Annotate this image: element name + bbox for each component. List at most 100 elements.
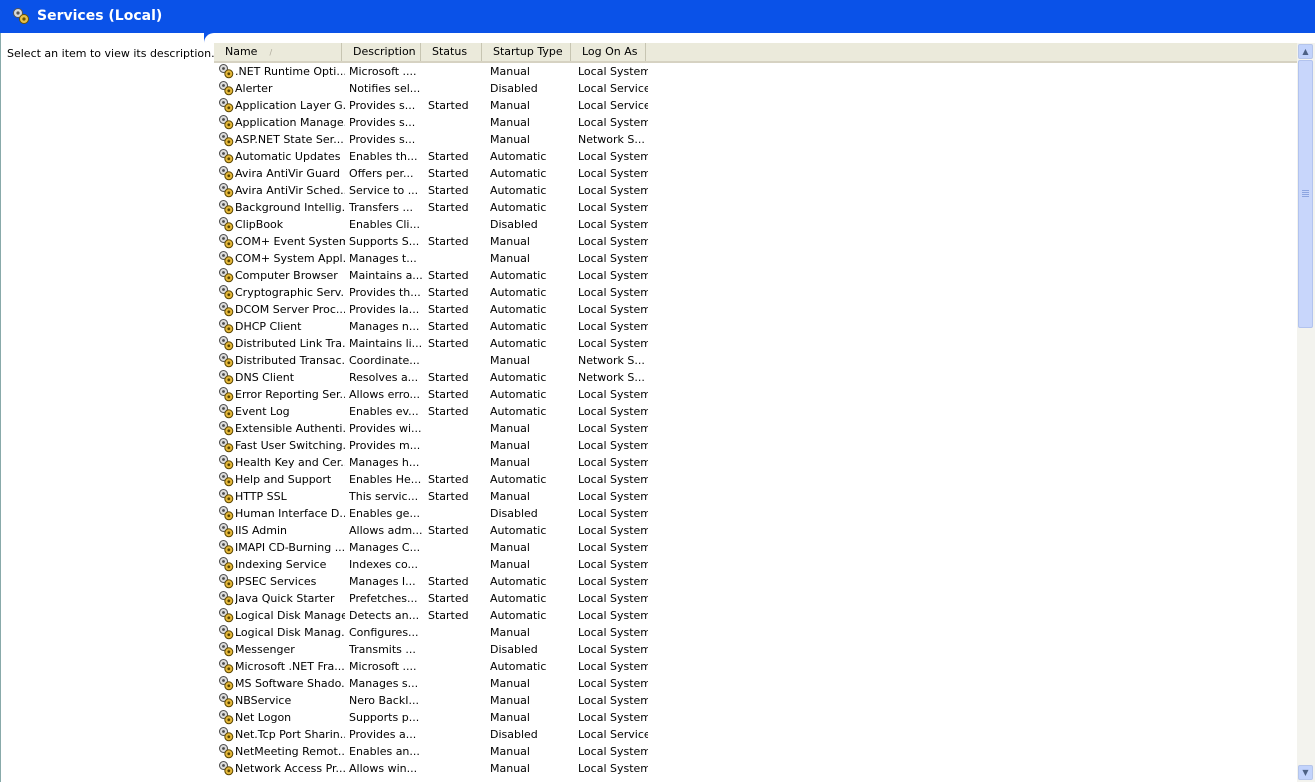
cell-status: Started xyxy=(428,473,469,486)
cell-description: Enables Cli... xyxy=(349,218,420,231)
column-header-name[interactable]: Name / xyxy=(214,43,342,61)
table-row[interactable]: Distributed Transac... Coordinate... Manua… xyxy=(214,352,1297,369)
cell-status: Started xyxy=(428,320,469,333)
cell-name: Microsoft .NET Fra... xyxy=(235,660,345,673)
cell-log-on-as: Local System xyxy=(578,524,648,537)
corner-curve xyxy=(204,33,218,43)
description-text: Select an item to view its description. xyxy=(7,47,215,60)
cell-status: Started xyxy=(428,371,469,384)
table-row[interactable]: Net Logon Supports p... Manual Local System xyxy=(214,709,1297,726)
table-row[interactable]: IIS Admin Allows adm... Started Automatic Lo… xyxy=(214,522,1297,539)
cell-log-on-as: Local System xyxy=(578,643,648,656)
column-label: Name xyxy=(225,45,258,58)
cell-log-on-as: Local System xyxy=(578,473,648,486)
table-row[interactable]: MS Software Shado... Manages s... Manual Lo… xyxy=(214,675,1297,692)
cell-description: Indexes co... xyxy=(349,558,419,571)
cell-description: Manages C... xyxy=(349,541,421,554)
cell-name: Human Interface D... xyxy=(235,507,345,520)
table-row[interactable]: Application Layer G... Provides s... Start… xyxy=(214,97,1297,114)
gears-icon xyxy=(218,80,234,96)
cell-description: Maintains a... xyxy=(349,269,423,282)
cell-name: Net.Tcp Port Sharin... xyxy=(235,728,345,741)
table-row[interactable]: Extensible Authenti... Provides wi... Manu… xyxy=(214,420,1297,437)
table-row[interactable]: Logical Disk Manager Detects an... Started… xyxy=(214,607,1297,624)
table-row[interactable]: DCOM Server Proc... Provides la... Started… xyxy=(214,301,1297,318)
cell-startup-type: Manual xyxy=(490,99,530,112)
table-row[interactable]: COM+ Event System Supports S... Started Man… xyxy=(214,233,1297,250)
table-row[interactable]: Alerter Notifies sel... Disabled Local Serv… xyxy=(214,80,1297,97)
table-row[interactable]: Error Reporting Ser... Allows erro... Star… xyxy=(214,386,1297,403)
cell-name: Alerter xyxy=(235,82,273,95)
table-row[interactable]: ClipBook Enables Cli... Disabled Local Syst… xyxy=(214,216,1297,233)
gears-icon xyxy=(218,607,234,623)
cell-name: DCOM Server Proc... xyxy=(235,303,345,316)
table-row[interactable]: Event Log Enables ev... Started Automatic Lo… xyxy=(214,403,1297,420)
cell-description: Allows win... xyxy=(349,762,418,775)
scroll-thumb[interactable] xyxy=(1298,60,1313,328)
cell-log-on-as: Local System xyxy=(578,575,648,588)
cell-log-on-as: Local System xyxy=(578,405,648,418)
gears-icon xyxy=(218,624,234,640)
table-row[interactable]: Avira AntiVir Guard Offers per... Started A… xyxy=(214,165,1297,182)
table-row[interactable]: DNS Client Resolves a... Started Automatic N… xyxy=(214,369,1297,386)
vertical-scrollbar[interactable]: ▲ ▼ xyxy=(1297,43,1315,782)
table-row[interactable]: Cryptographic Serv... Provides th... Start… xyxy=(214,284,1297,301)
table-row[interactable]: Indexing Service Indexes co... Manual Local… xyxy=(214,556,1297,573)
scroll-down-button[interactable]: ▼ xyxy=(1298,765,1313,780)
table-row[interactable]: Computer Browser Maintains a... Started Aut… xyxy=(214,267,1297,284)
table-row[interactable]: Automatic Updates Enables th... Started Aut… xyxy=(214,148,1297,165)
table-row[interactable]: COM+ System Appl... Manages t... Manual Loc… xyxy=(214,250,1297,267)
table-row[interactable]: Application Manage... Provides s... Manual… xyxy=(214,114,1297,131)
cell-log-on-as: Local System xyxy=(578,201,648,214)
cell-log-on-as: Local System xyxy=(578,337,648,350)
table-row[interactable]: Distributed Link Tra... Maintains li... St… xyxy=(214,335,1297,352)
cell-name: Distributed Transac... xyxy=(235,354,345,367)
table-row[interactable]: Human Interface D... Enables ge... Disable… xyxy=(214,505,1297,522)
table-row[interactable]: IMAPI CD-Burning ... Manages C... Manual Lo… xyxy=(214,539,1297,556)
cell-name: MS Software Shado... xyxy=(235,677,345,690)
table-row[interactable]: IPSEC Services Manages I... Started Automat… xyxy=(214,573,1297,590)
column-header-description[interactable]: Description xyxy=(342,43,421,61)
window-title: Services (Local) xyxy=(37,8,163,24)
cell-description: Provides wi... xyxy=(349,422,422,435)
table-row[interactable]: Logical Disk Manag... Configures... Manual… xyxy=(214,624,1297,641)
cell-name: Distributed Link Tra... xyxy=(235,337,345,350)
table-row[interactable]: Background Intellig... Transfers ... Start… xyxy=(214,199,1297,216)
gears-icon xyxy=(218,114,234,130)
table-row[interactable]: .NET Runtime Opti... Microsoft .... Manual… xyxy=(214,63,1297,80)
gears-icon xyxy=(218,539,234,555)
cell-description: Provides s... xyxy=(349,116,416,129)
column-header-log-on-as[interactable]: Log On As xyxy=(571,43,646,61)
table-row[interactable]: Health Key and Cer... Manages h... Manual L… xyxy=(214,454,1297,471)
cell-log-on-as: Local System xyxy=(578,286,648,299)
table-row[interactable]: Java Quick Starter Prefetches... Started Au… xyxy=(214,590,1297,607)
table-row[interactable]: NBService Nero BackI... Manual Local System xyxy=(214,692,1297,709)
table-row[interactable]: NetMeeting Remot... Enables an... Manual Lo… xyxy=(214,743,1297,760)
column-header-status[interactable]: Status xyxy=(421,43,482,61)
table-row[interactable]: Fast User Switching... Provides m... Manua… xyxy=(214,437,1297,454)
scroll-up-button[interactable]: ▲ xyxy=(1298,44,1313,59)
cell-log-on-as: Local System xyxy=(578,116,648,129)
cell-name: Avira AntiVir Sched... xyxy=(235,184,345,197)
column-header-startup-type[interactable]: Startup Type xyxy=(482,43,571,61)
table-row[interactable]: ASP.NET State Ser... Provides s... Manual N… xyxy=(214,131,1297,148)
cell-description: Provides la... xyxy=(349,303,420,316)
cell-status xyxy=(428,624,486,641)
table-row[interactable]: Messenger Transmits ... Disabled Local Syst… xyxy=(214,641,1297,658)
thumb-grip xyxy=(1302,192,1309,193)
table-row[interactable]: Network Access Pr... Allows win... Manual L… xyxy=(214,760,1297,777)
cell-log-on-as: Local System xyxy=(578,320,648,333)
cell-name: NBService xyxy=(235,694,292,707)
cell-status xyxy=(428,352,486,369)
thumb-grip xyxy=(1302,190,1309,191)
table-row[interactable]: Microsoft .NET Fra... Microsoft .... Autom… xyxy=(214,658,1297,675)
column-label: Status xyxy=(432,45,468,58)
cell-log-on-as: Local System xyxy=(578,490,648,503)
cell-status: Started xyxy=(428,575,469,588)
table-row[interactable]: HTTP SSL This servic... Started Manual Local… xyxy=(214,488,1297,505)
table-row[interactable]: Help and Support Enables He... Started Auto… xyxy=(214,471,1297,488)
table-row[interactable]: Avira AntiVir Sched... Service to ... Star… xyxy=(214,182,1297,199)
cell-startup-type: Disabled xyxy=(490,643,538,656)
table-row[interactable]: DHCP Client Manages n... Started Automatic L… xyxy=(214,318,1297,335)
table-row[interactable]: Net.Tcp Port Sharin... Provides a... Disab… xyxy=(214,726,1297,743)
